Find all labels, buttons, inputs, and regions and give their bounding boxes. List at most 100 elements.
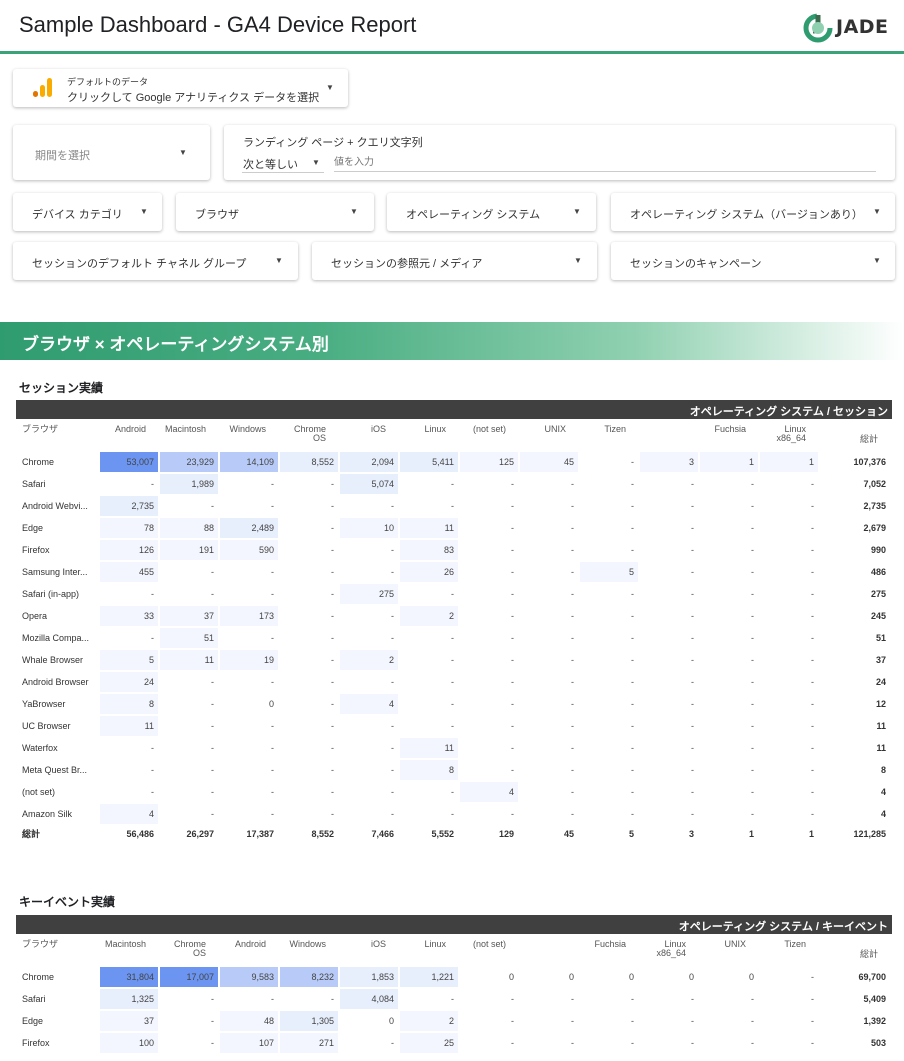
table-cell: 26 <box>400 562 458 582</box>
table-cell: 1,325 <box>100 989 158 1009</box>
row-total: 4 <box>880 787 886 797</box>
column-header: Linux x86_64 <box>656 939 686 958</box>
column-total: 5,552 <box>431 829 454 839</box>
table-cell: - <box>451 677 454 687</box>
row-label: Opera <box>22 611 48 621</box>
chevron-down-icon: ▼ <box>350 207 358 216</box>
table-cell: - <box>811 699 814 709</box>
table-cell: - <box>811 633 814 643</box>
row-total: 4 <box>880 809 886 819</box>
row-label: Android Browser <box>22 677 89 687</box>
table-cell: - <box>511 501 514 511</box>
table-cell: 100 <box>100 1033 158 1053</box>
table-cell: - <box>811 743 814 753</box>
column-header: 総計 <box>859 949 878 959</box>
table-cell: 9,583 <box>220 967 278 987</box>
table-cell: - <box>571 523 574 533</box>
channel-group-label: セッションのデフォルト チャネル グループ <box>32 258 247 270</box>
table-header-bar: オペレーティング システム / セッション <box>16 400 892 419</box>
table-cell: - <box>811 655 814 665</box>
table-cell: - <box>211 1016 214 1026</box>
jade-logo-icon <box>803 13 833 43</box>
column-header: iOS <box>370 939 386 949</box>
browser-label: ブラウザ <box>195 209 239 221</box>
browser-dropdown[interactable]: ブラウザ ▼ <box>176 193 374 231</box>
table-cell: 11 <box>400 738 458 758</box>
table-cell: - <box>691 501 694 511</box>
table-cell: - <box>691 699 694 709</box>
table-cell: 2 <box>400 606 458 626</box>
data-source-label: クリックして Google アナリティクス データを選択 <box>67 92 320 104</box>
table-cell: 2,094 <box>340 452 398 472</box>
table-cell: - <box>391 765 394 775</box>
page-title: Sample Dashboard - GA4 Device Report <box>19 12 417 37</box>
data-source-selector[interactable]: デフォルトのデータ クリックして Google アナリティクス データを選択 ▼ <box>13 69 348 107</box>
row-header-label: ブラウザ <box>22 424 59 434</box>
table-cell: - <box>331 677 334 687</box>
chevron-down-icon: ▼ <box>275 256 283 265</box>
channel-group-dropdown[interactable]: セッションのデフォルト チャネル グループ ▼ <box>13 242 298 280</box>
row-label: Mozilla Compa... <box>22 633 90 643</box>
table-cell: - <box>571 611 574 621</box>
table-cell: - <box>751 721 754 731</box>
table-cell: - <box>511 765 514 775</box>
table-cell: - <box>631 545 634 555</box>
source-medium-dropdown[interactable]: セッションの参照元 / メディア ▼ <box>312 242 597 280</box>
table-cell: - <box>691 633 694 643</box>
column-header: Windows <box>229 424 266 434</box>
row-label: Samsung Inter... <box>22 567 88 577</box>
table-cell: 25 <box>400 1033 458 1053</box>
os-dropdown[interactable]: オペレーティング システム ▼ <box>387 193 596 231</box>
table-cell: - <box>391 611 394 621</box>
table-cell: - <box>811 721 814 731</box>
campaign-dropdown[interactable]: セッションのキャンペーン ▼ <box>611 242 895 280</box>
table-header-title: オペレーティング システム / セッション <box>689 406 888 418</box>
table-cell: 8 <box>100 694 158 714</box>
operator-select[interactable]: 次と等しい ▼ <box>242 153 324 173</box>
table-cell: - <box>211 721 214 731</box>
table-cell: 0 <box>688 972 694 982</box>
device-category-dropdown[interactable]: デバイス カテゴリ ▼ <box>13 193 162 231</box>
table-cell: 1,221 <box>400 967 458 987</box>
table-cell: - <box>151 743 154 753</box>
landing-value-input[interactable] <box>334 153 876 172</box>
table-cell: - <box>751 655 754 665</box>
table-cell: - <box>151 479 154 489</box>
column-header: iOS <box>370 424 386 434</box>
row-label: Chrome <box>22 457 55 467</box>
table-cell: - <box>151 787 154 797</box>
table-cell: 271 <box>280 1033 338 1053</box>
row-total: 11 <box>876 721 886 731</box>
campaign-label: セッションのキャンペーン <box>630 258 762 270</box>
table-cell: 590 <box>220 540 278 560</box>
table-cell: - <box>451 699 454 709</box>
row-total: 7,052 <box>863 479 886 489</box>
table-cell: - <box>271 809 274 819</box>
column-header: Android <box>114 424 146 434</box>
column-header: UNIX <box>544 424 566 434</box>
table-cell: 1 <box>760 452 818 472</box>
table-cell: - <box>271 479 274 489</box>
os-version-dropdown[interactable]: オペレーティング システム（バージョンあり） ▼ <box>611 193 895 231</box>
table-cell: - <box>631 633 634 643</box>
table-cell: - <box>331 699 334 709</box>
landing-filter-label: ランディング ページ + クエリ文字列 <box>243 137 423 149</box>
row-label: Edge <box>22 523 44 533</box>
date-range-selector[interactable]: 期間を選択 ▼ <box>13 125 210 180</box>
table-cell: - <box>691 677 694 687</box>
table-cell: - <box>451 994 454 1004</box>
row-total: 37 <box>875 655 886 665</box>
table-cell: 8,552 <box>280 452 338 472</box>
column-header: (not set) <box>472 424 506 434</box>
table-cell: - <box>571 1016 574 1026</box>
table-cell: - <box>691 589 694 599</box>
table-cell: - <box>571 994 574 1004</box>
table-cell: - <box>811 809 814 819</box>
os-version-label: オペレーティング システム（バージョンあり） <box>630 209 863 221</box>
table-cell: - <box>511 1038 514 1048</box>
column-header: Macintosh <box>104 939 146 949</box>
table-cell: 2,489 <box>220 518 278 538</box>
dashboard-header: Sample Dashboard - GA4 Device Report JAD… <box>0 0 904 54</box>
os-label: オペレーティング システム <box>406 209 541 221</box>
table-cell: - <box>331 743 334 753</box>
